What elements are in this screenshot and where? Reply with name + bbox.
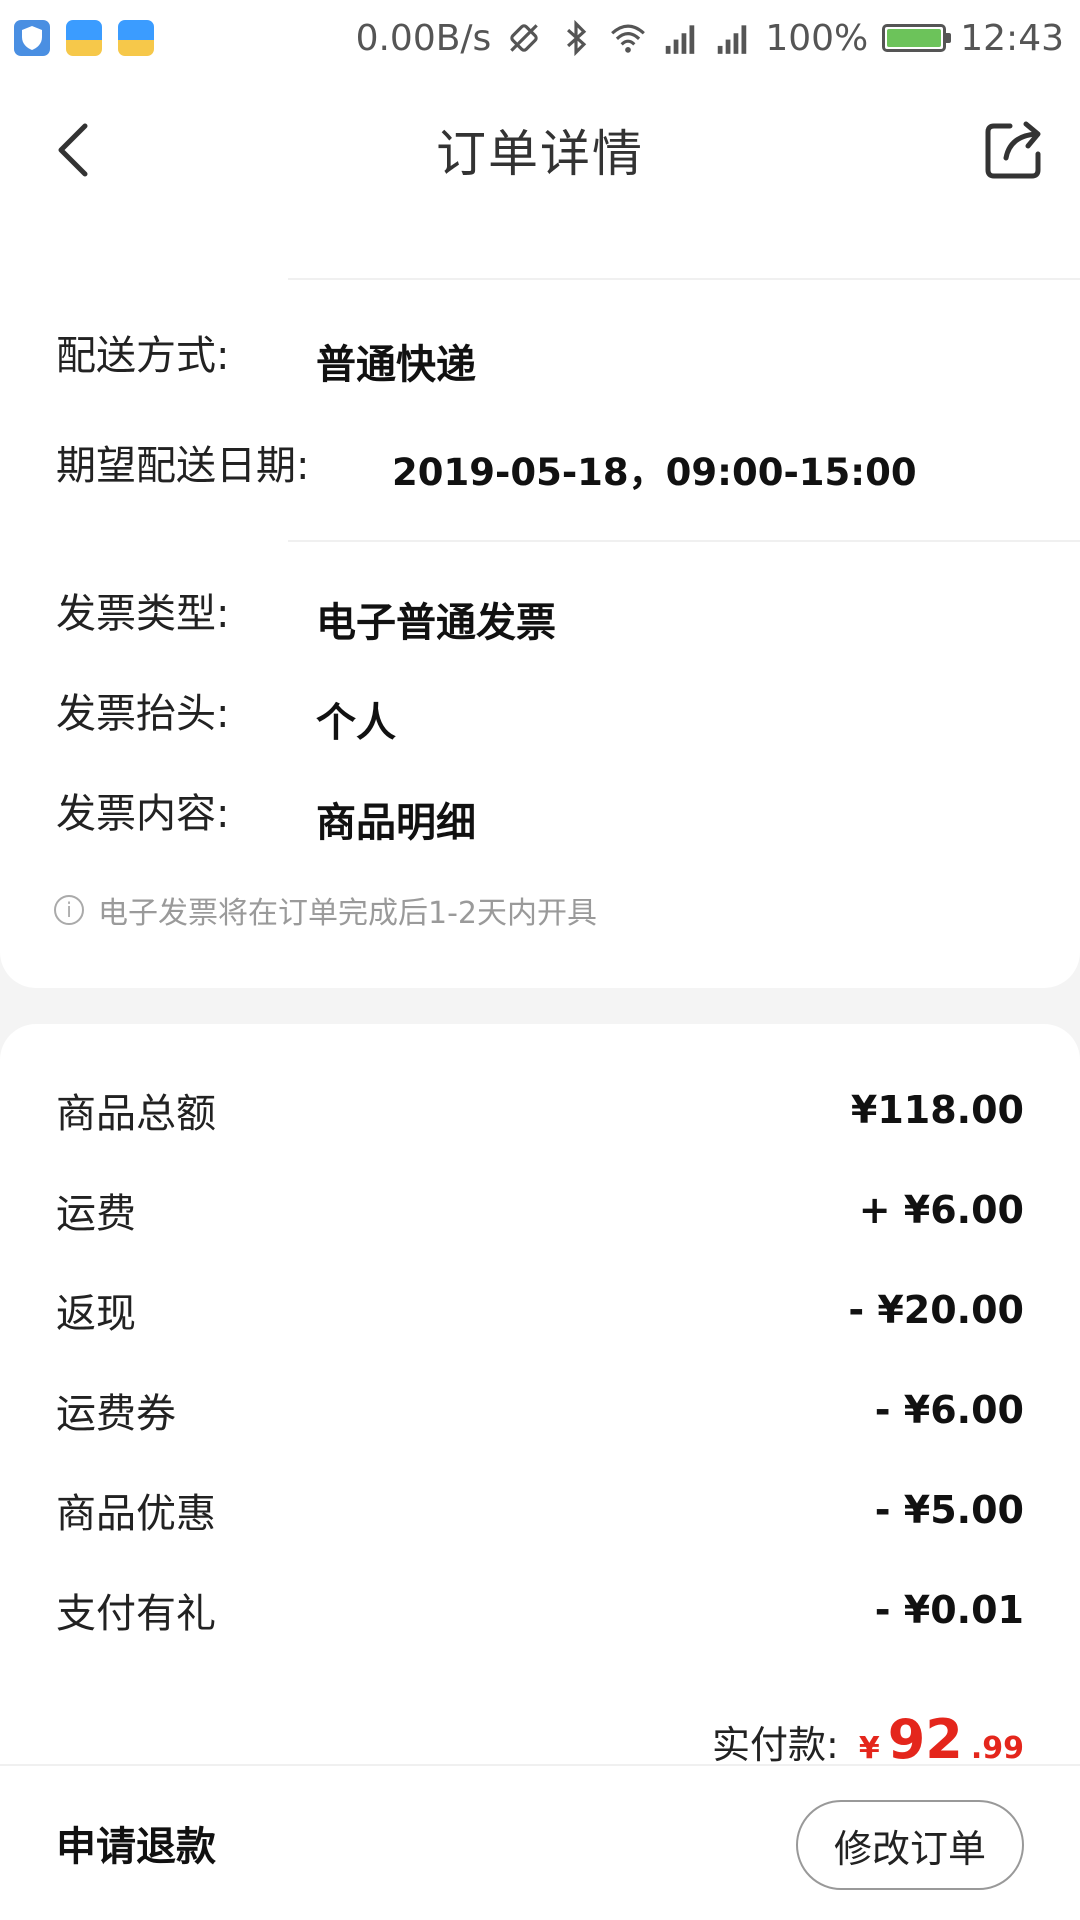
- total-label: 实付款:: [712, 1723, 839, 1767]
- back-button[interactable]: [38, 114, 108, 186]
- system-status: 0.00B/s 100% 12:43: [356, 18, 1064, 59]
- wifi-icon: [611, 24, 646, 53]
- bluetooth-icon: [567, 19, 587, 57]
- page-title: 订单详情: [436, 125, 644, 183]
- fee-label: 运费: [56, 1191, 136, 1237]
- invoice-content-row: 发票内容:: [56, 780, 229, 840]
- fee-value: - ¥6.00: [874, 1388, 1024, 1432]
- net-speed: 0.00B/s: [355, 17, 492, 59]
- divider: [288, 278, 1080, 280]
- rotate-lock-icon: [510, 24, 539, 52]
- clock: 12:43: [960, 17, 1064, 59]
- fee-label: 支付有礼: [56, 1591, 216, 1637]
- share-button[interactable]: [976, 112, 1052, 188]
- battery-percent: 100%: [765, 17, 869, 59]
- fee-label: 商品优惠: [56, 1491, 216, 1537]
- battery-icon: [882, 24, 952, 52]
- delivery-date-label: 期望配送日期:: [56, 443, 310, 489]
- fee-value: + ¥6.00: [858, 1188, 1024, 1232]
- fee-label: 返现: [56, 1291, 136, 1337]
- fee-value: - ¥5.00: [874, 1488, 1024, 1532]
- invoice-note-text: 电子发票将在订单完成后1-2天内开具: [98, 896, 597, 931]
- invoice-type-label: 发票类型:: [56, 591, 230, 637]
- fee-row: 商品优惠 - ¥5.00: [56, 1480, 1024, 1540]
- invoice-content-value: 商品明细: [316, 800, 476, 846]
- fee-row: 支付有礼 - ¥0.01: [56, 1580, 1024, 1640]
- invoice-content-label: 发票内容:: [56, 791, 230, 837]
- signal-icon: [666, 25, 695, 54]
- invoice-type-value: 电子普通发票: [316, 600, 556, 646]
- fee-row: 运费 + ¥6.00: [56, 1180, 1024, 1240]
- share-icon: [985, 121, 1041, 179]
- fee-label: 运费券: [56, 1391, 176, 1437]
- bottom-action-bar: 申请退款 修改订单: [0, 1764, 1080, 1920]
- nav-bar: 订单详情: [0, 76, 1080, 224]
- delivery-date-value: 2019-05-18，09:00-15:00: [392, 451, 917, 494]
- modify-order-button[interactable]: 修改订单: [796, 1800, 1024, 1890]
- fee-summary-card: 商品总额 ¥118.00 运费 + ¥6.00 返现 - ¥20.00 运费券 …: [0, 1024, 1080, 1771]
- fee-label: 商品总额: [56, 1091, 216, 1137]
- total-decimal: .99: [970, 1731, 1024, 1766]
- total-integer: 92: [887, 1708, 963, 1771]
- app-notification-icon: [66, 20, 102, 56]
- delivery-method-label: 配送方式:: [56, 333, 230, 379]
- divider: [288, 540, 1080, 542]
- signal-icon: [718, 25, 747, 54]
- shield-app-icon: [14, 20, 50, 56]
- invoice-header-label: 发票抬头:: [56, 691, 230, 737]
- fee-row: 运费券 - ¥6.00: [56, 1380, 1024, 1440]
- total-currency: ¥: [858, 1731, 880, 1766]
- invoice-note: i 电子发票将在订单完成后1-2天内开具: [54, 888, 597, 932]
- fee-value: ¥118.00: [850, 1088, 1024, 1132]
- invoice-header-row: 发票抬头:: [56, 680, 229, 740]
- delivery-date-row: 期望配送日期:: [56, 432, 309, 492]
- info-icon: i: [54, 895, 84, 925]
- fee-row: 商品总额 ¥118.00: [56, 1080, 1024, 1140]
- app-notification-icon: [118, 20, 154, 56]
- delivery-invoice-card: 配送方式: 普通快递 期望配送日期: 2019-05-18，09:00-15:0…: [0, 224, 1080, 988]
- total-paid: 实付款: ¥ 92 .99: [712, 1708, 1024, 1771]
- delivery-method-row: 配送方式:: [56, 322, 229, 382]
- delivery-method-value: 普通快递: [316, 342, 476, 388]
- chevron-left-icon: [58, 123, 88, 177]
- fee-value: - ¥0.01: [874, 1588, 1024, 1632]
- invoice-type-row: 发票类型:: [56, 580, 229, 640]
- invoice-header-value: 个人: [316, 700, 396, 746]
- fee-value: - ¥20.00: [848, 1288, 1024, 1332]
- fee-row: 返现 - ¥20.00: [56, 1280, 1024, 1340]
- apply-refund-button[interactable]: 申请退款: [56, 1814, 216, 1872]
- status-bar: 0.00B/s 100% 12:43: [0, 0, 1080, 76]
- notification-icons: [14, 20, 154, 56]
